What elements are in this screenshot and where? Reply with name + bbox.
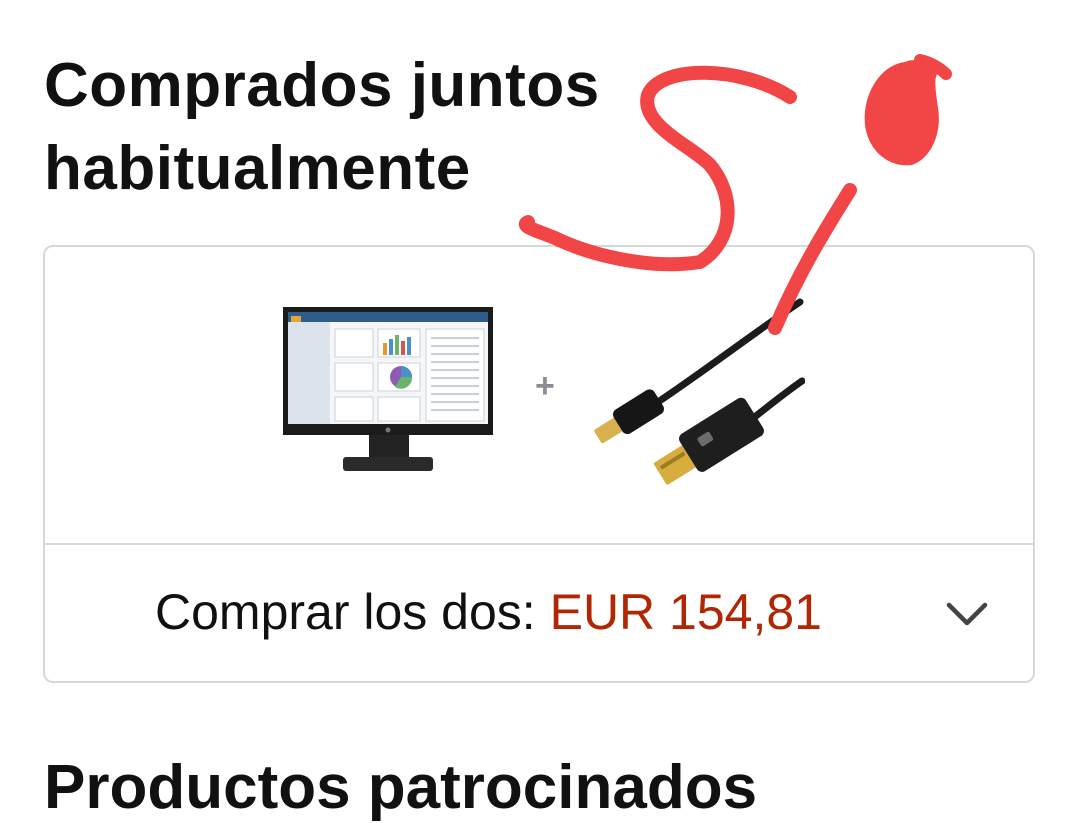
plus-sign: + — [535, 367, 555, 405]
buy-both-label: Comprar los dos: — [155, 584, 550, 640]
bundle-images: + — [45, 247, 1033, 543]
bundle-price: EUR 154,81 — [549, 584, 822, 640]
next-section-title: Productos patrocinados — [44, 753, 758, 822]
section-title: Comprados juntos habitualmente — [44, 51, 600, 203]
frequently-bought-together-card: + Comprar los dos: EUR 154,81 — [43, 245, 1035, 683]
chevron-down-icon[interactable] — [945, 595, 989, 631]
monitor-image[interactable] — [283, 307, 495, 475]
mini-displayport-to-hdmi-cable-image[interactable] — [590, 297, 805, 492]
buy-both-text: Comprar los dos: EUR 154,81 — [155, 583, 822, 641]
buy-both-row[interactable]: Comprar los dos: EUR 154,81 — [45, 545, 1033, 683]
